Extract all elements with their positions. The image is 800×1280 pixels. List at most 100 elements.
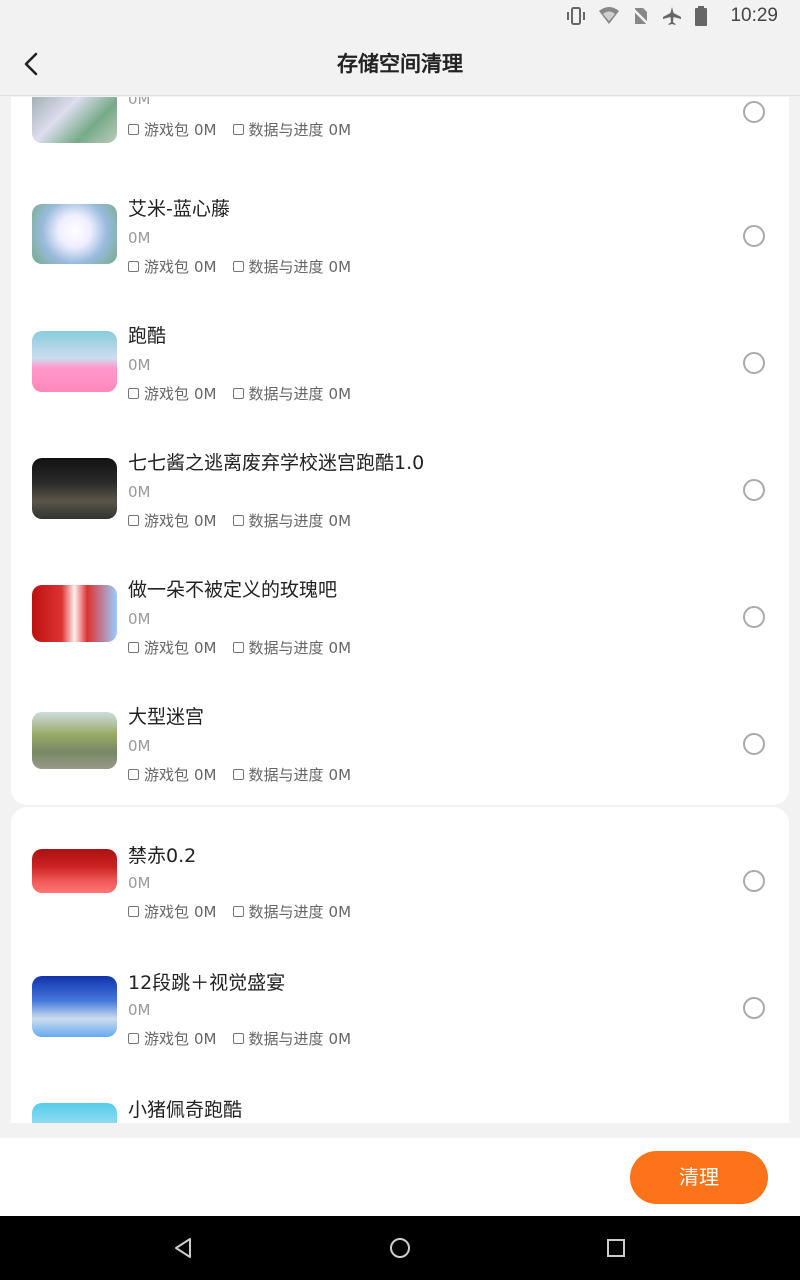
package-checkbox[interactable] xyxy=(128,1033,139,1044)
nav-back-icon[interactable] xyxy=(172,1236,196,1260)
game-thumbnail xyxy=(32,712,117,769)
select-radio[interactable] xyxy=(743,225,765,247)
data-option[interactable]: 数据与进度 0M xyxy=(232,119,351,140)
back-arrow-icon[interactable] xyxy=(18,48,46,80)
battery-icon xyxy=(694,6,714,26)
vibrate-icon xyxy=(566,6,586,26)
game-thumbnail xyxy=(32,585,117,642)
select-radio[interactable] xyxy=(743,870,765,892)
data-option[interactable]: 数据与进度 0M xyxy=(232,1028,351,1049)
package-option[interactable]: 游戏包 0M xyxy=(128,256,217,277)
game-size: 0M xyxy=(128,737,151,755)
clean-options: 游戏包 0M 数据与进度 0M xyxy=(128,764,351,785)
bottom-action-bar: 清理 xyxy=(0,1138,800,1216)
game-thumbnail xyxy=(32,976,117,1037)
game-thumbnail xyxy=(32,1103,117,1123)
list-item[interactable]: 艾米-蓝心藤 0M 游戏包 0M 数据与进度 0M xyxy=(11,174,789,301)
package-checkbox[interactable] xyxy=(128,515,139,526)
data-option[interactable]: 数据与进度 0M xyxy=(232,901,351,922)
game-card-group: 禁赤0.2 0M 游戏包 0M 数据与进度 0M 12段跳＋视觉盛宴 0M 游戏… xyxy=(11,807,789,1123)
game-name: 小猪佩奇跑酷 xyxy=(128,1099,243,1121)
clean-options: 游戏包 0M 数据与进度 0M xyxy=(128,1028,351,1049)
game-thumbnail xyxy=(32,97,117,143)
clean-options: 游戏包 0M 数据与进度 0M xyxy=(128,901,351,922)
data-option[interactable]: 数据与进度 0M xyxy=(232,764,351,785)
package-checkbox[interactable] xyxy=(128,769,139,780)
package-option[interactable]: 游戏包 0M xyxy=(128,119,217,140)
game-size: 0M xyxy=(128,874,151,892)
list-item[interactable]: 禁赤0.2 0M 游戏包 0M 数据与进度 0M xyxy=(11,819,789,946)
package-option[interactable]: 游戏包 0M xyxy=(128,383,217,404)
status-bar: 10:29 xyxy=(0,0,800,32)
app-bar: 存储空间清理 xyxy=(0,32,800,96)
game-size: 0M xyxy=(128,483,151,501)
package-checkbox[interactable] xyxy=(128,124,139,135)
package-option[interactable]: 游戏包 0M xyxy=(128,1028,217,1049)
nav-home-icon[interactable] xyxy=(388,1236,412,1260)
data-checkbox[interactable] xyxy=(232,769,244,780)
package-checkbox[interactable] xyxy=(128,388,139,399)
data-option[interactable]: 数据与进度 0M xyxy=(232,510,351,531)
clean-options: 游戏包 0M 数据与进度 0M xyxy=(128,383,351,404)
data-checkbox[interactable] xyxy=(232,515,244,526)
game-thumbnail xyxy=(32,204,117,264)
game-thumbnail xyxy=(32,458,117,519)
game-name: 大型迷宫 xyxy=(128,706,205,728)
game-card-group: 0M 游戏包 0M 数据与进度 0M 艾米-蓝心藤 0M 游戏包 0M 数据与进… xyxy=(11,97,789,805)
data-checkbox[interactable] xyxy=(232,642,244,653)
data-option[interactable]: 数据与进度 0M xyxy=(232,637,351,658)
data-checkbox[interactable] xyxy=(232,261,244,272)
clean-options: 游戏包 0M 数据与进度 0M xyxy=(128,119,351,140)
airplane-icon xyxy=(662,6,682,26)
game-name: 七七酱之逃离废弃学校迷宫跑酷1.0 xyxy=(128,452,425,474)
list-item[interactable]: 做一朵不被定义的玫瑰吧 0M 游戏包 0M 数据与进度 0M xyxy=(11,555,789,682)
package-checkbox[interactable] xyxy=(128,906,139,917)
select-radio[interactable] xyxy=(743,997,765,1019)
system-nav-bar xyxy=(0,1216,800,1280)
package-option[interactable]: 游戏包 0M xyxy=(128,901,217,922)
package-checkbox[interactable] xyxy=(128,642,139,653)
list-item[interactable]: 小猪佩奇跑酷 0M xyxy=(11,1073,789,1123)
data-checkbox[interactable] xyxy=(232,1033,244,1044)
data-checkbox[interactable] xyxy=(232,906,244,917)
list-item[interactable]: 跑酷 0M 游戏包 0M 数据与进度 0M xyxy=(11,301,789,428)
list-item[interactable]: 大型迷宫 0M 游戏包 0M 数据与进度 0M xyxy=(11,682,789,809)
select-radio[interactable] xyxy=(743,479,765,501)
package-option[interactable]: 游戏包 0M xyxy=(128,510,217,531)
game-name: 12段跳＋视觉盛宴 xyxy=(128,972,286,994)
clean-options: 游戏包 0M 数据与进度 0M xyxy=(128,510,351,531)
game-name: 艾米-蓝心藤 xyxy=(128,198,230,220)
select-radio[interactable] xyxy=(743,101,765,123)
game-thumbnail xyxy=(32,849,117,893)
list-item[interactable]: 0M 游戏包 0M 数据与进度 0M xyxy=(11,97,789,143)
package-option[interactable]: 游戏包 0M xyxy=(128,764,217,785)
data-option[interactable]: 数据与进度 0M xyxy=(232,256,351,277)
data-option[interactable]: 数据与进度 0M xyxy=(232,383,351,404)
page-title: 存储空间清理 xyxy=(337,52,463,76)
clean-options: 游戏包 0M 数据与进度 0M xyxy=(128,637,351,658)
game-size: 0M xyxy=(128,356,151,374)
game-size: 0M xyxy=(128,610,151,628)
clean-button[interactable]: 清理 xyxy=(630,1151,768,1204)
select-radio[interactable] xyxy=(743,733,765,755)
wifi-icon xyxy=(598,6,620,26)
game-name: 做一朵不被定义的玫瑰吧 xyxy=(128,579,338,601)
list-item[interactable]: 七七酱之逃离废弃学校迷宫跑酷1.0 0M 游戏包 0M 数据与进度 0M xyxy=(11,428,789,555)
status-time: 10:29 xyxy=(730,5,778,26)
game-size: 0M xyxy=(128,229,151,247)
data-checkbox[interactable] xyxy=(232,124,244,135)
game-name: 禁赤0.2 xyxy=(128,845,197,867)
package-checkbox[interactable] xyxy=(128,261,139,272)
select-radio[interactable] xyxy=(743,352,765,374)
clean-options: 游戏包 0M 数据与进度 0M xyxy=(128,256,351,277)
list-item[interactable]: 12段跳＋视觉盛宴 0M 游戏包 0M 数据与进度 0M xyxy=(11,946,789,1073)
game-name: 跑酷 xyxy=(128,325,167,347)
game-size: 0M xyxy=(128,97,151,108)
game-thumbnail xyxy=(32,331,117,392)
data-checkbox[interactable] xyxy=(232,388,244,399)
game-list[interactable]: 0M 游戏包 0M 数据与进度 0M 艾米-蓝心藤 0M 游戏包 0M 数据与进… xyxy=(0,97,800,1123)
package-option[interactable]: 游戏包 0M xyxy=(128,637,217,658)
no-sim-icon xyxy=(630,6,650,26)
nav-recents-icon[interactable] xyxy=(604,1236,628,1260)
select-radio[interactable] xyxy=(743,606,765,628)
